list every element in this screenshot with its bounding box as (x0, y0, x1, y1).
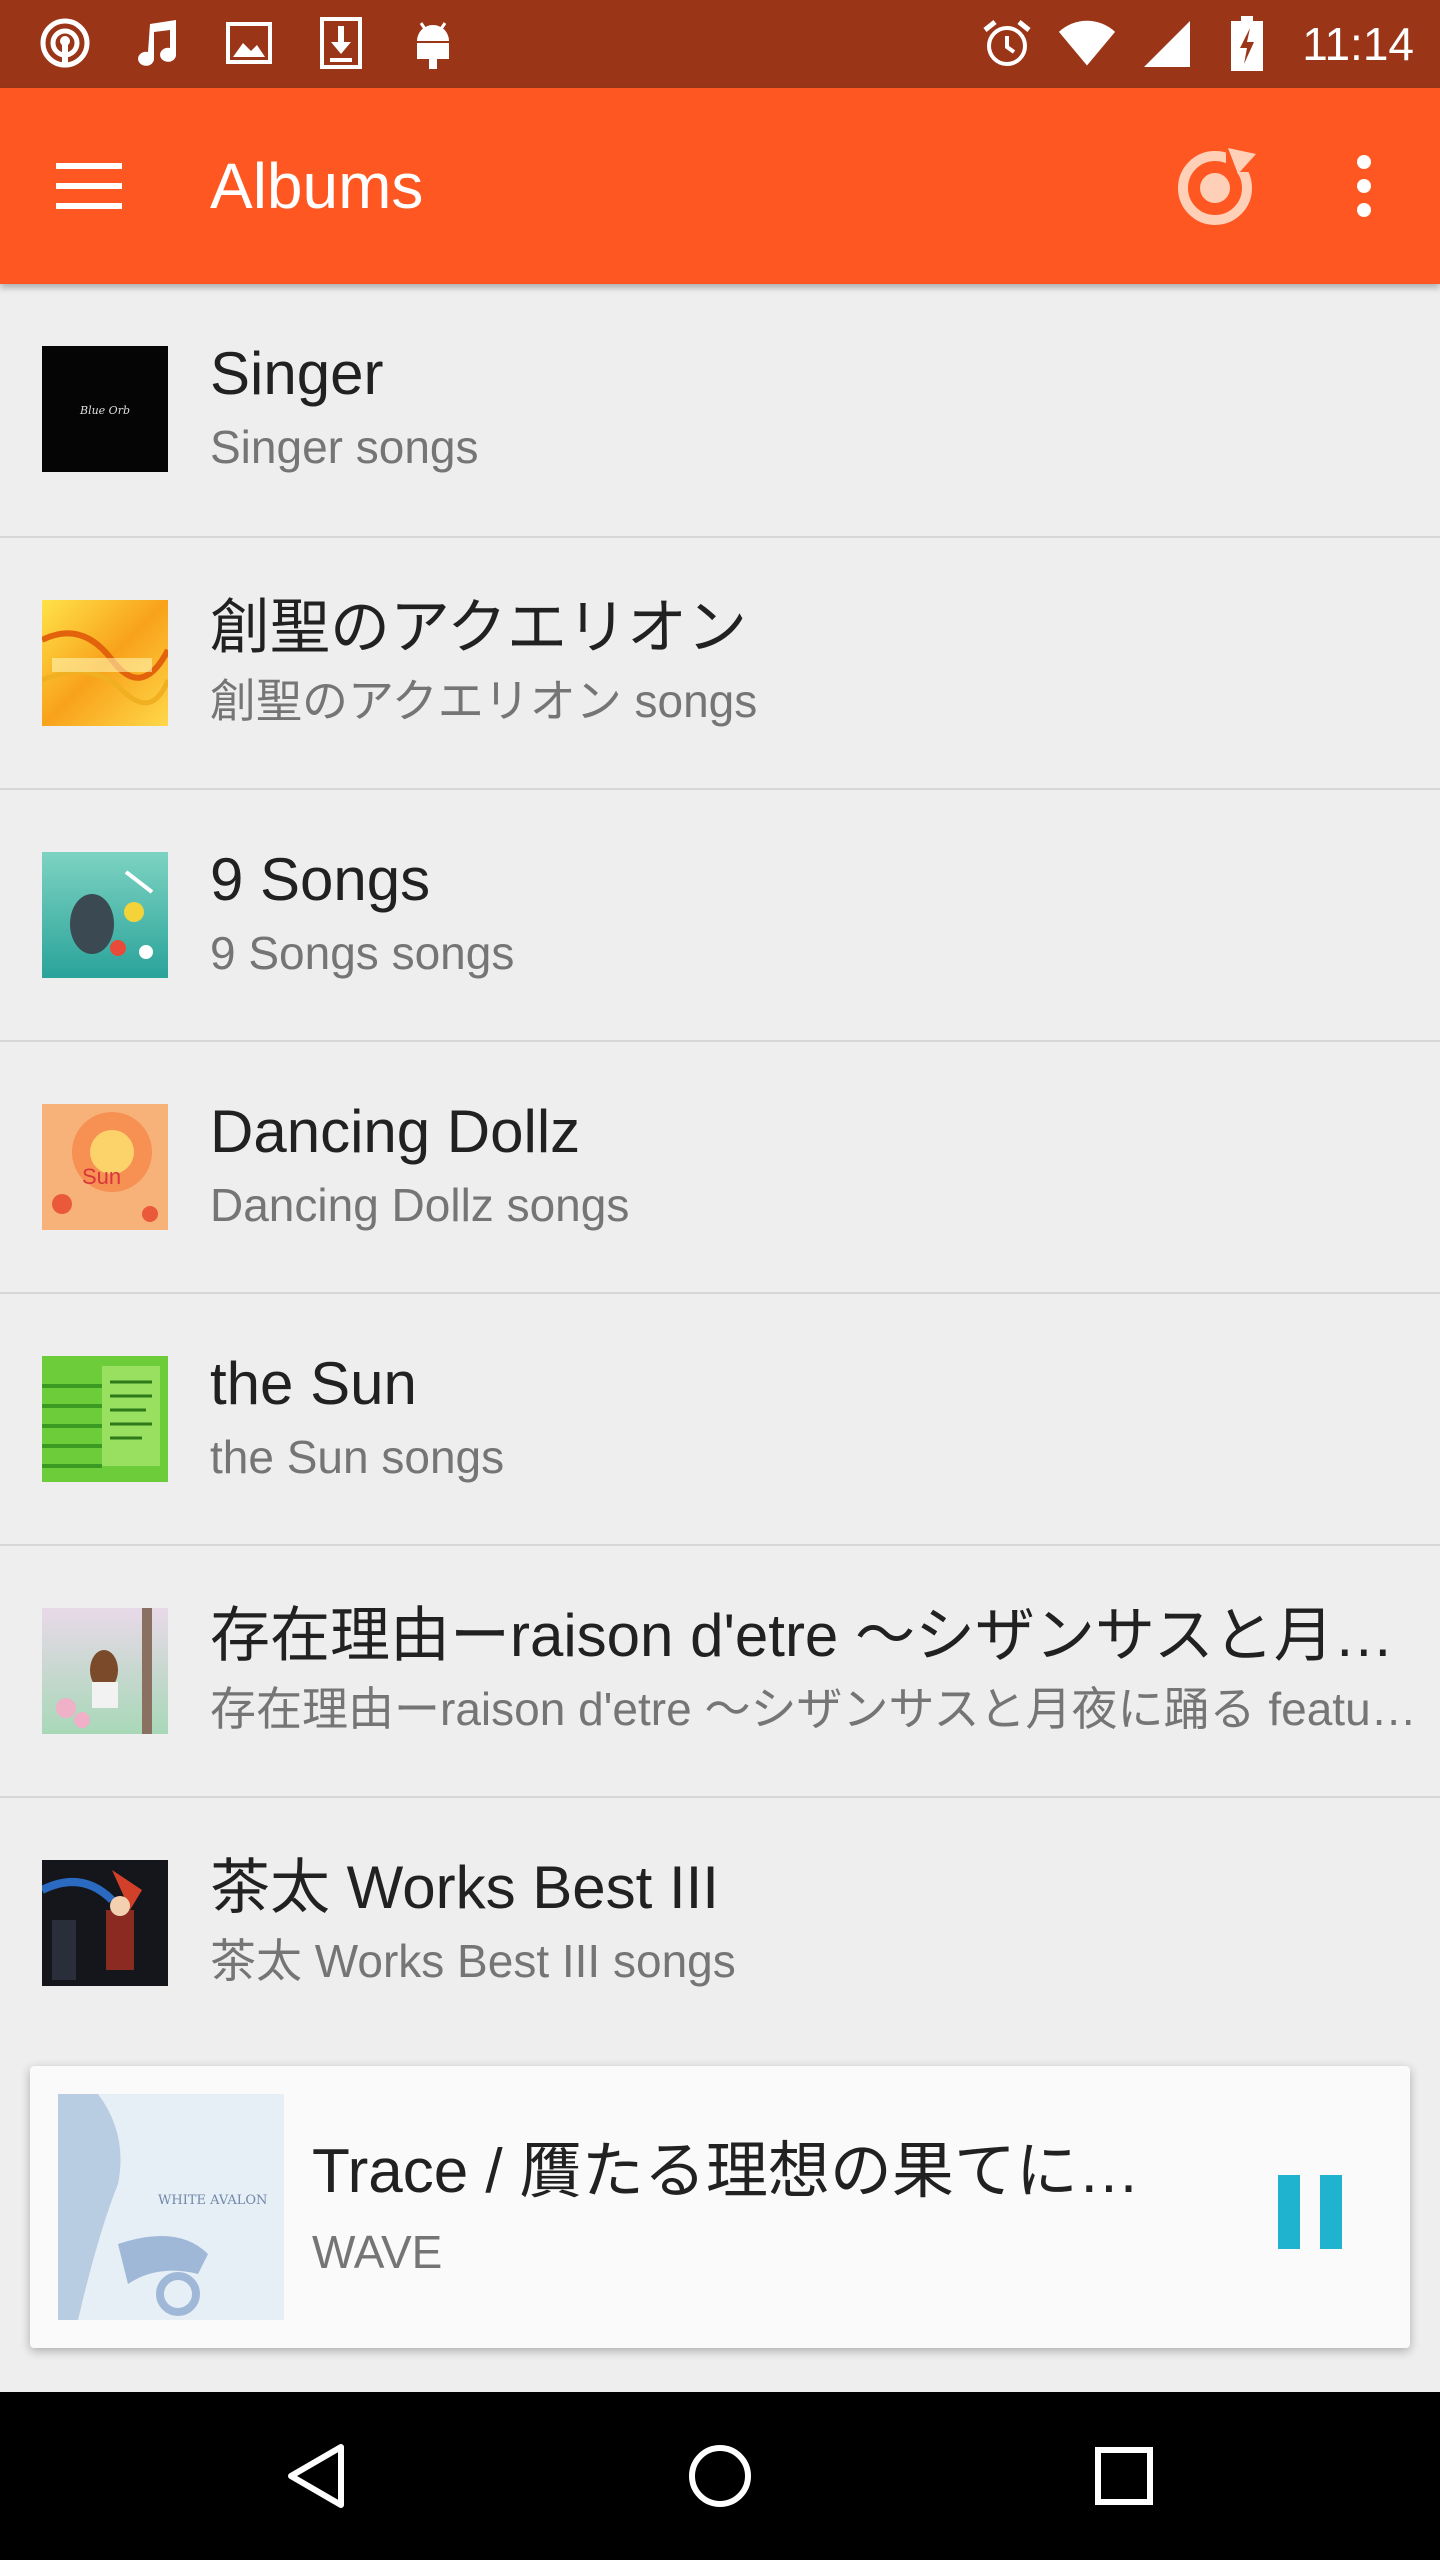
now-playing-title: Trace / 贋たる理想の果てに… (312, 2137, 1140, 2206)
album-art: Blue Orb (42, 346, 168, 472)
album-row[interactable]: Sun Dancing Dollz Dancing Dollz songs (0, 1042, 1440, 1294)
sync-icon (1178, 146, 1256, 225)
home-button[interactable] (670, 2426, 770, 2526)
album-title: 9 Songs (210, 846, 431, 913)
battery-charging-icon (1218, 15, 1276, 73)
home-icon (689, 2445, 751, 2507)
download-icon (312, 14, 370, 72)
hamburger-menu-icon (56, 163, 122, 209)
album-art (42, 1356, 168, 1482)
clock-time: 11:14 (1302, 18, 1414, 70)
album-title: 創聖のアクエリオン (210, 594, 747, 661)
album-art (42, 852, 168, 978)
android-icon (404, 14, 462, 72)
status-bar: 11:14 (0, 0, 1440, 88)
recents-icon (1095, 2447, 1153, 2505)
album-art (40, 600, 171, 726)
album-subtitle: 創聖のアクエリオン songs (210, 675, 758, 727)
alarm-icon (978, 15, 1036, 73)
album-row[interactable]: the Sun the Sun songs (0, 1294, 1440, 1546)
system-icons: 11:14 (978, 10, 1414, 78)
album-art-text: Sun (82, 1164, 121, 1189)
album-title: Singer (210, 340, 384, 407)
album-subtitle: the Sun songs (210, 1431, 505, 1483)
podcast-icon (36, 14, 94, 72)
signal-icon (1138, 15, 1196, 73)
album-row[interactable]: 創聖のアクエリオン 創聖のアクエリオン songs (0, 538, 1440, 790)
more-vert-icon (1357, 155, 1371, 217)
album-row[interactable]: Blue Orb Singer Singer songs (0, 284, 1440, 538)
sync-button[interactable] (1170, 138, 1264, 232)
album-row[interactable]: 9 Songs 9 Songs songs (0, 790, 1440, 1042)
overflow-menu-button[interactable] (1334, 146, 1394, 226)
page-title: Albums (210, 150, 424, 222)
album-art (42, 1608, 168, 1734)
wifi-icon (1058, 15, 1116, 73)
album-subtitle: 9 Songs songs (210, 927, 515, 979)
album-subtitle: Dancing Dollz songs (210, 1179, 630, 1231)
pause-button[interactable] (1260, 2162, 1360, 2262)
album-row[interactable]: 茶太 Works Best III 茶太 Works Best III song… (0, 1798, 1440, 2050)
album-title: 茶太 Works Best III (210, 1854, 719, 1921)
image-icon (220, 14, 278, 72)
album-subtitle: Singer songs (210, 421, 479, 473)
back-button[interactable] (266, 2426, 366, 2526)
system-nav-bar (0, 2392, 1440, 2560)
recents-button[interactable] (1074, 2426, 1174, 2526)
album-subtitle: 存在理由ーraison d'etre 〜シザンサスと月夜に踊る featurin… (210, 1683, 1420, 1735)
album-subtitle: 茶太 Works Best III songs (210, 1935, 736, 1987)
nav-drawer-button[interactable] (48, 146, 130, 226)
album-list: Blue Orb Singer Singer songs 創聖のアクエリオン 創… (0, 284, 1440, 2050)
album-title: the Sun (210, 1350, 417, 1417)
notification-icons (36, 14, 462, 72)
pause-icon (1278, 2175, 1342, 2249)
album-art-text: Blue Orb (79, 404, 130, 417)
album-row[interactable]: 存在理由ーraison d'etre 〜シザンサスと月夜に踊る featurin… (0, 1546, 1440, 1798)
now-playing-artist: WAVE (312, 2226, 443, 2278)
now-playing-art: WHITE AVALON (58, 2094, 284, 2320)
now-playing-art-text: WHITE AVALON (158, 2193, 267, 2208)
album-title: Dancing Dollz (210, 1098, 581, 1165)
album-art: Sun (42, 1104, 168, 1230)
back-icon (288, 2444, 344, 2508)
album-art (40, 1860, 168, 1986)
music-note-icon (128, 14, 186, 72)
album-title: 存在理由ーraison d'etre 〜シザンサスと月夜に踊る featurin… (210, 1602, 1420, 1669)
now-playing-card[interactable]: WHITE AVALON Trace / 贋たる理想の果てに… WAVE (30, 2066, 1410, 2348)
app-toolbar: Albums (0, 88, 1440, 284)
